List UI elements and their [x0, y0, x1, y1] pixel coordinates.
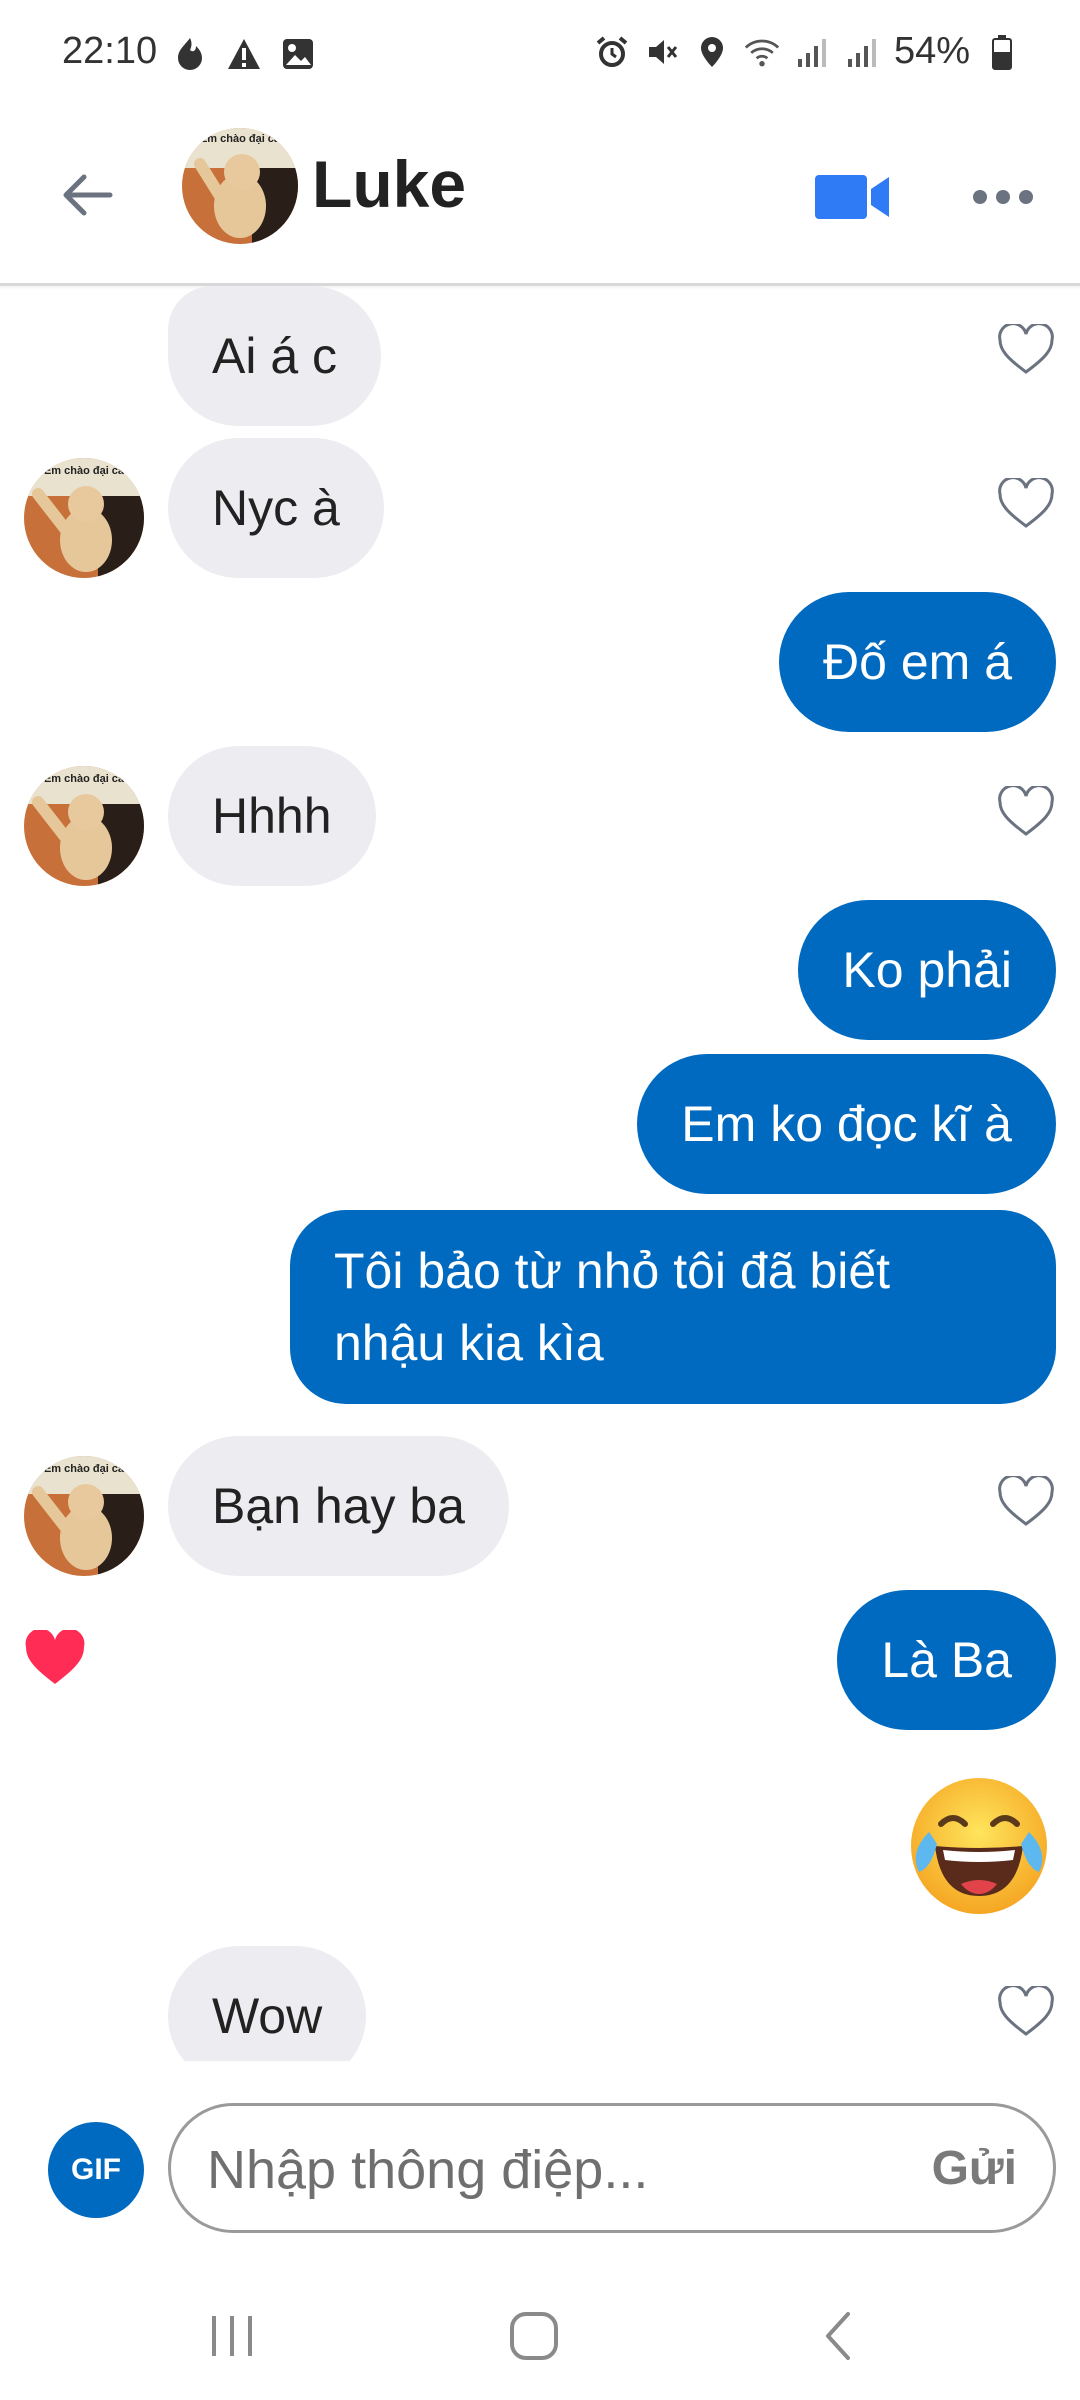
video-camera-icon: [815, 175, 889, 219]
incoming-message-bubble[interactable]: Wow: [168, 1946, 367, 2061]
signal-icon-1: [794, 34, 830, 70]
contact-avatar[interactable]: Em chào đại ca: [182, 128, 298, 244]
wifi-icon: [744, 34, 780, 70]
incoming-message-bubble[interactable]: Bạn hay ba: [168, 1436, 509, 1576]
outgoing-message-bubble[interactable]: Tôi bảo từ nhỏ tôi đã biết nhậu kia kìa: [290, 1210, 1056, 1404]
like-heart-icon[interactable]: [996, 784, 1056, 840]
message-input-placeholder: Nhập thông điệp...: [207, 2140, 649, 2200]
warning-icon: [226, 36, 262, 72]
signal-icon-2: [844, 34, 880, 70]
back-nav-button[interactable]: [798, 2301, 878, 2371]
chat-header: Em chào đại ca Luke: [0, 110, 1080, 286]
video-call-button[interactable]: [810, 162, 896, 232]
outgoing-message-bubble[interactable]: Đố em á: [779, 592, 1056, 732]
like-heart-icon[interactable]: [996, 476, 1056, 532]
home-icon: [510, 2312, 558, 2360]
like-heart-icon[interactable]: [996, 322, 1056, 378]
status-bar: 22:10 54%: [0, 0, 1080, 110]
status-time: 22:10: [62, 30, 158, 72]
liked-heart-icon: [24, 1628, 86, 1686]
location-icon: [694, 34, 730, 70]
like-heart-icon[interactable]: [996, 1984, 1056, 2040]
send-button[interactable]: Gửi: [932, 2141, 1017, 2196]
like-heart-icon[interactable]: [996, 1474, 1056, 1530]
incoming-message-bubble[interactable]: Nyc à: [168, 438, 384, 578]
svg-text:Em chào đại ca: Em chào đại ca: [44, 1463, 125, 1475]
back-arrow-icon: [63, 174, 113, 216]
mute-icon: [644, 34, 680, 70]
recent-apps-icon: [212, 2316, 252, 2356]
tinder-flame-icon: [172, 36, 208, 72]
svg-text:Em chào đại ca: Em chào đại ca: [200, 133, 281, 145]
system-navigation-bar: [0, 2261, 1080, 2400]
contact-avatar-small[interactable]: Em chào đại ca: [24, 1456, 144, 1576]
gif-button[interactable]: GIF: [48, 2122, 144, 2218]
message-composer: GIF Nhập thông điệp... Gửi: [0, 2061, 1080, 2261]
incoming-message-bubble[interactable]: Hhhh: [168, 746, 376, 886]
svg-text:Em chào đại ca: Em chào đại ca: [44, 773, 125, 785]
incoming-message-bubble[interactable]: Ai á c: [168, 286, 382, 426]
message-input[interactable]: Nhập thông điệp... Gửi: [168, 2103, 1056, 2233]
contact-avatar-small[interactable]: Em chào đại ca: [24, 766, 144, 886]
recent-apps-button[interactable]: [192, 2301, 272, 2371]
battery-percentage: 54%: [893, 30, 970, 72]
outgoing-message-bubble[interactable]: Là Ba: [837, 1590, 1056, 1730]
emoji-message-tears-of-joy-icon[interactable]: [905, 1772, 1053, 1920]
back-chevron-icon: [826, 2312, 850, 2360]
svg-text:Em chào đại ca: Em chào đại ca: [44, 465, 125, 477]
contact-avatar-small[interactable]: Em chào đại ca: [24, 458, 144, 578]
outgoing-message-bubble[interactable]: Em ko đọc kĩ à: [637, 1054, 1056, 1194]
contact-name[interactable]: Luke: [312, 146, 466, 222]
message-list[interactable]: Ai á c Em chào đại ca Nyc à Đố em á Em c…: [0, 286, 1080, 2061]
battery-icon: [984, 34, 1020, 70]
back-button[interactable]: [52, 160, 122, 230]
alarm-icon: [594, 34, 630, 70]
gallery-icon: [280, 36, 316, 72]
more-dots-icon: [973, 190, 1033, 204]
home-button[interactable]: [494, 2301, 574, 2371]
more-options-button[interactable]: [968, 172, 1038, 222]
outgoing-message-bubble[interactable]: Ko phải: [798, 900, 1056, 1040]
